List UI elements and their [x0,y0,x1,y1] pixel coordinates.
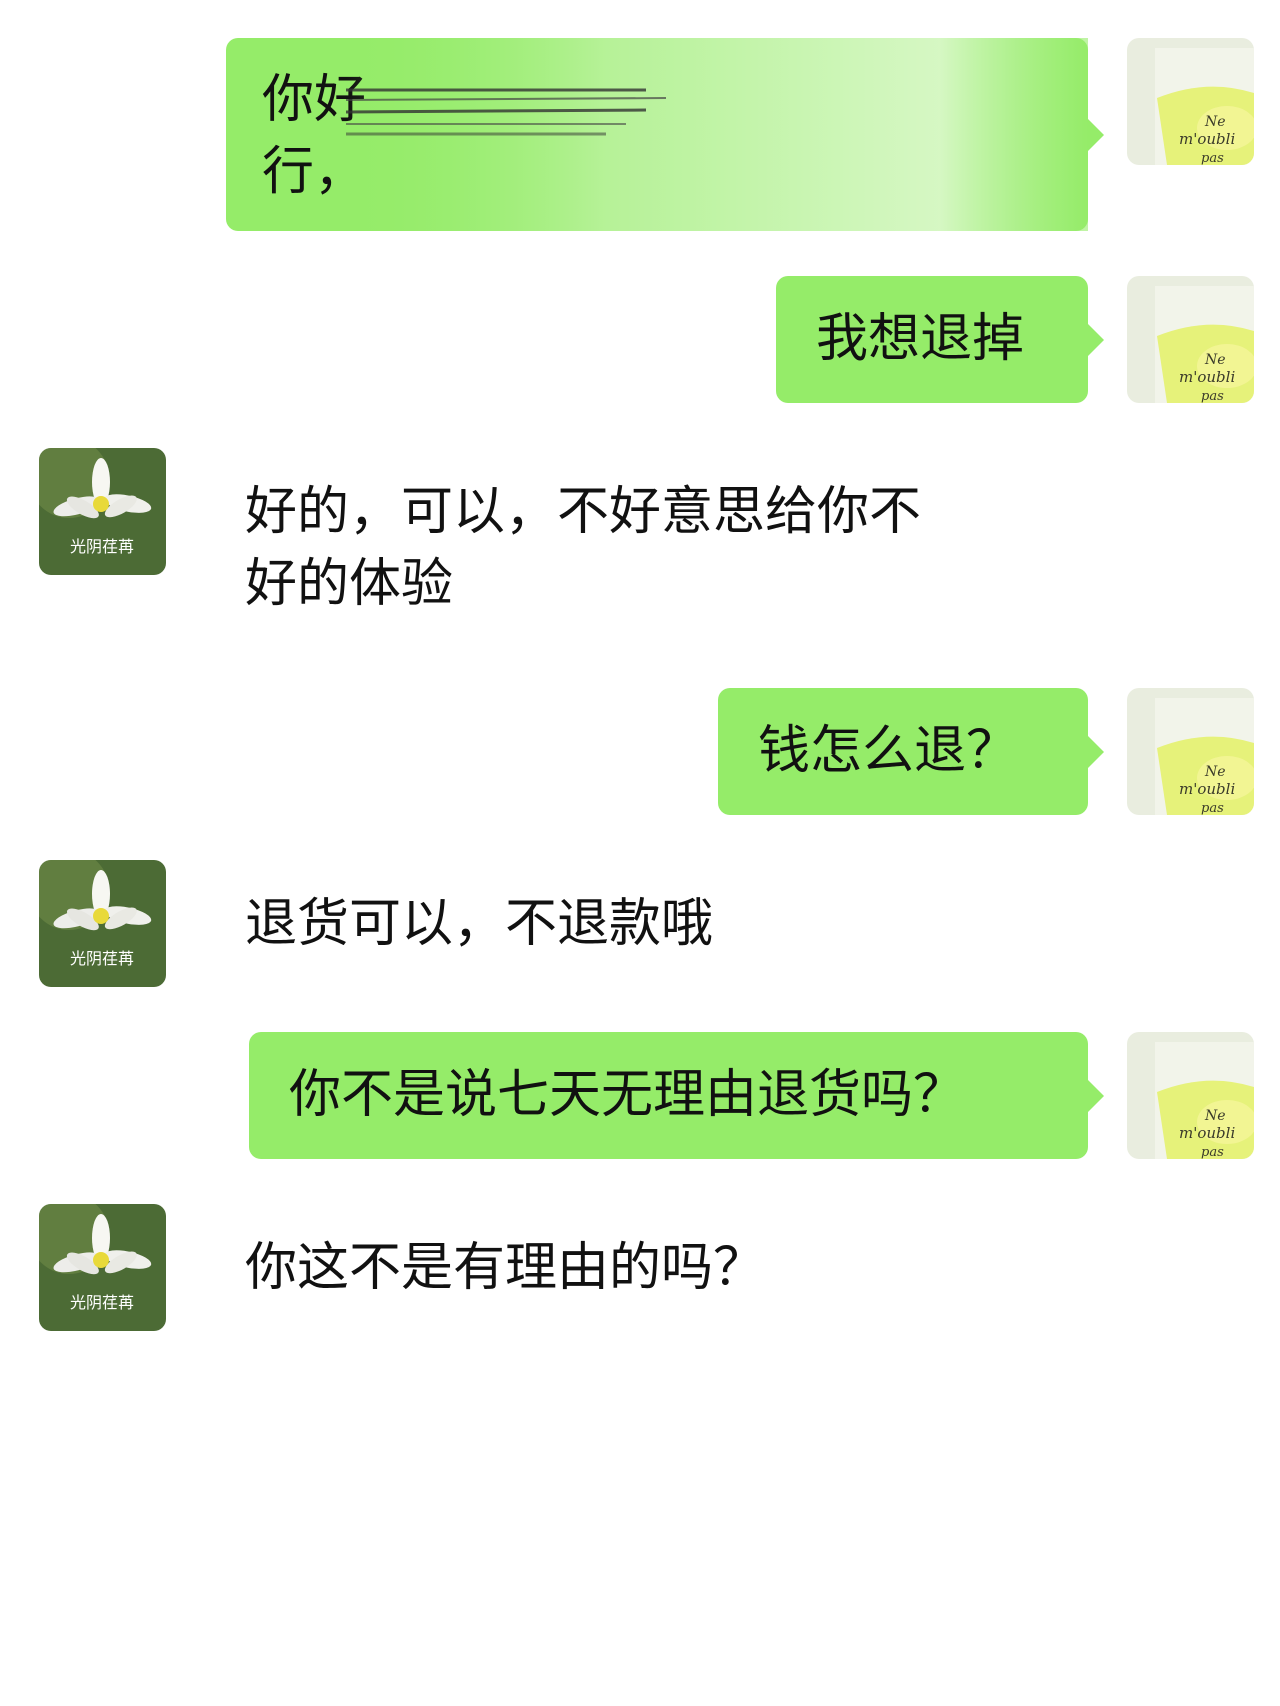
svg-text:Ne: Ne [1204,114,1226,130]
svg-text:光阴荏苒: 光阴荏苒 [70,1293,134,1312]
contact-avatar[interactable]: 光阴荏苒 [39,448,166,575]
cup-image-icon: Ne m'oubli pas [1127,688,1254,815]
svg-text:m'oubli: m'oubli [1179,368,1235,386]
bubble-tail [1086,1077,1104,1114]
bubble-tail [1086,733,1104,770]
svg-text:Ne: Ne [1204,764,1226,780]
svg-text:光阴荏苒: 光阴荏苒 [70,537,134,556]
message-text-line: 你不是说七天无理由退货吗？ [289,1065,966,1125]
svg-text:pas: pas [1201,389,1224,403]
self-avatar[interactable]: Ne m'oubli pas [1127,688,1254,815]
bubble-tail [1086,116,1104,153]
message-bubble-outgoing[interactable]: 你好 行， [226,38,1104,231]
flower-image-icon: 光阴荏苒 [39,860,166,987]
svg-text:pas: pas [1201,801,1224,815]
message-text-line: 行， [262,142,367,202]
cup-image-icon: Ne m'oubli pas [1127,38,1254,165]
message-text-line: 好的，可以，不好意思给你不 [245,482,922,542]
chat-window: 你好 行， Ne m'oubli pas 我想退掉 Ne m'oubli pas… [0,0,1280,1706]
redaction-blur [346,38,1088,231]
message-text-incoming[interactable]: 你这不是有理由的吗？ [245,1232,765,1304]
self-avatar[interactable]: Ne m'oubli pas [1127,38,1254,165]
message-bubble-outgoing[interactable]: 我想退掉 [776,276,1104,403]
svg-text:光阴荏苒: 光阴荏苒 [70,949,134,968]
message-text-line: 你好 [262,70,367,130]
cup-image-icon: Ne m'oubli pas [1127,1032,1254,1159]
message-bubble-outgoing[interactable]: 你不是说七天无理由退货吗？ [249,1032,1104,1159]
svg-text:Ne: Ne [1204,1108,1226,1124]
cup-image-icon: Ne m'oubli pas [1127,276,1254,403]
message-text-line: 好的体验 [245,554,454,614]
svg-text:m'oubli: m'oubli [1179,130,1235,148]
message-text-line: 我想退掉 [816,309,1025,369]
flower-image-icon: 光阴荏苒 [39,1204,166,1331]
message-text-incoming[interactable]: 退货可以，不退款哦 [245,888,713,960]
self-avatar[interactable]: Ne m'oubli pas [1127,1032,1254,1159]
svg-text:pas: pas [1201,1145,1224,1159]
contact-avatar[interactable]: 光阴荏苒 [39,1204,166,1331]
svg-text:Ne: Ne [1204,352,1226,368]
message-text-line: 钱怎么退？ [758,721,1019,781]
svg-text:m'oubli: m'oubli [1179,780,1235,798]
message-text-incoming[interactable]: 好的，可以，不好意思给你不 好的体验 [245,476,921,620]
message-text-line: 你这不是有理由的吗？ [245,1238,766,1298]
contact-avatar[interactable]: 光阴荏苒 [39,860,166,987]
message-text-line: 退货可以，不退款哦 [245,894,714,954]
bubble-tail [1086,321,1104,358]
flower-image-icon: 光阴荏苒 [39,448,166,575]
svg-text:m'oubli: m'oubli [1179,1124,1235,1142]
message-bubble-outgoing[interactable]: 钱怎么退？ [718,688,1104,815]
self-avatar[interactable]: Ne m'oubli pas [1127,276,1254,403]
svg-text:pas: pas [1201,151,1224,165]
